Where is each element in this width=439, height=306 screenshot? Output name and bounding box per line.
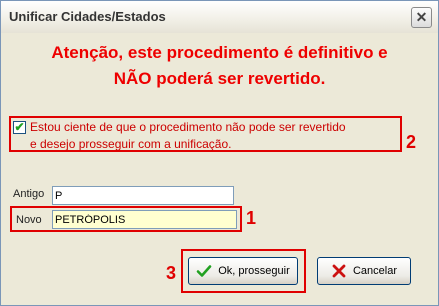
close-button[interactable]: ✕: [411, 7, 432, 28]
checkmark-icon: ✔: [14, 120, 25, 134]
check-icon: [196, 263, 212, 279]
cancel-button[interactable]: Cancelar: [317, 257, 411, 285]
antigo-label: Antigo: [13, 188, 45, 200]
confirm-label-line1[interactable]: Estou ciente de que o procedimento não p…: [30, 120, 346, 134]
annotation-marker-2: 2: [406, 132, 417, 152]
ok-proceed-button[interactable]: Ok, prosseguir: [188, 257, 298, 285]
annotation-marker-1: 1: [246, 208, 257, 228]
ok-proceed-label: Ok, prosseguir: [218, 265, 290, 277]
warning-text-line2: NÃO poderá ser revertido.: [113, 69, 326, 88]
confirm-label-line2[interactable]: e desejo prosseguir com a unificação.: [30, 137, 231, 151]
novo-input[interactable]: [52, 210, 237, 229]
dialog-body: Atenção, este procedimento é definitivo …: [1, 33, 438, 305]
annotation-marker-3: 3: [166, 263, 177, 283]
novo-label: Novo: [16, 214, 42, 226]
close-icon: ✕: [415, 9, 428, 25]
title-bar[interactable]: Unificar Cidades/Estados ✕: [1, 1, 438, 33]
cancel-label: Cancelar: [352, 265, 398, 277]
dialog-window: Unificar Cidades/Estados ✕ Atenção, este…: [0, 0, 439, 306]
window-title: Unificar Cidades/Estados: [9, 9, 166, 24]
warning-text-line1: Atenção, este procedimento é definitivo …: [51, 43, 388, 62]
x-icon: [331, 263, 347, 279]
confirm-checkbox[interactable]: ✔: [13, 121, 26, 134]
antigo-input[interactable]: [52, 186, 234, 205]
